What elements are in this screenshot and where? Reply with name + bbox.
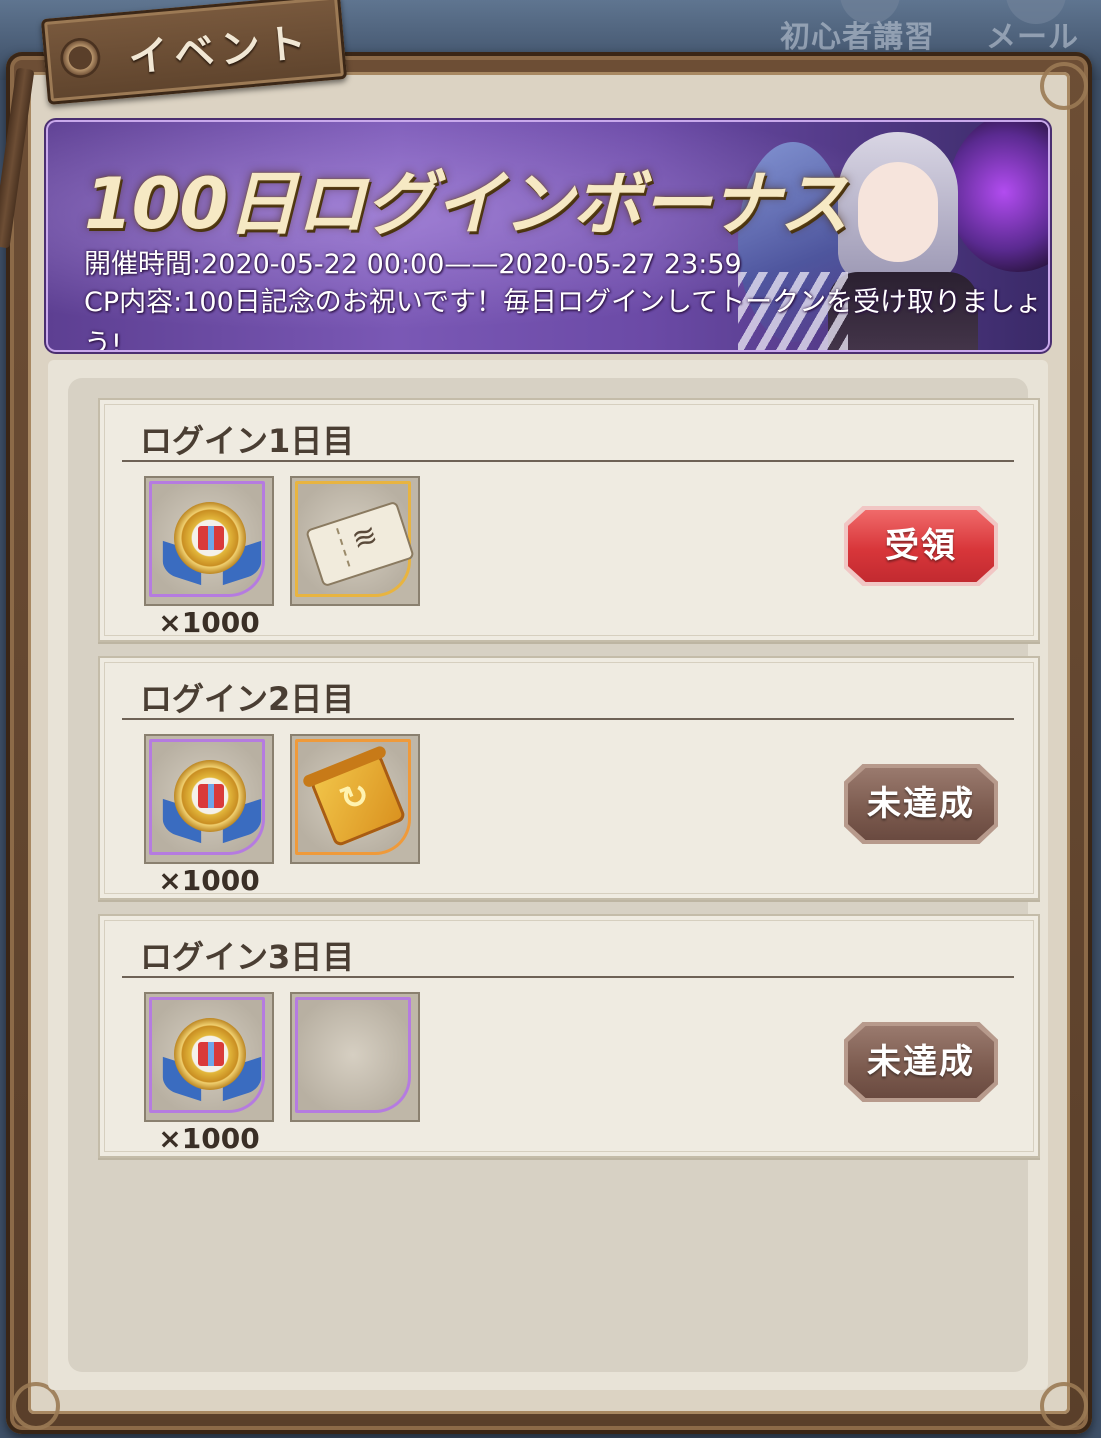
mail-label: メール bbox=[986, 20, 1079, 55]
gift-box-icon bbox=[198, 1042, 224, 1066]
reward-frame bbox=[295, 481, 415, 597]
frame-ornament-icon bbox=[1040, 1382, 1088, 1430]
reward-count: ×1000 bbox=[158, 606, 260, 639]
banner-title: 100日ログインボーナス bbox=[84, 163, 849, 245]
mail-nav[interactable]: メール bbox=[986, 0, 1096, 56]
login-day-card: ログイン1日目 ×1000 受領 bbox=[98, 398, 1040, 642]
gift-box-icon bbox=[198, 526, 224, 550]
reward-frame bbox=[149, 997, 265, 1113]
not-achieved-button[interactable]: 未達成 bbox=[844, 764, 998, 844]
reward-count: ×1000 bbox=[158, 1122, 260, 1155]
reward-slot[interactable] bbox=[290, 734, 420, 864]
reward-frame bbox=[295, 739, 411, 855]
event-description-cont: う! bbox=[84, 329, 122, 350]
event-period: 開催時間:2020-05-22 00:00——2020-05-27 23:59 bbox=[84, 249, 742, 280]
frame-ornament-icon bbox=[1040, 62, 1088, 110]
not-achieved-button[interactable]: 未達成 bbox=[844, 1022, 998, 1102]
divider bbox=[122, 460, 1014, 462]
login-day-card: ログイン3日目 ×1000 未達成 bbox=[98, 914, 1040, 1158]
scroll-icon bbox=[309, 752, 407, 848]
reward-slot[interactable]: ×1000 bbox=[144, 992, 274, 1155]
day-title: ログイン2日目 bbox=[140, 680, 355, 718]
not-achieved-label: 未達成 bbox=[867, 784, 975, 824]
reward-slot[interactable] bbox=[290, 476, 420, 606]
gift-medal-icon bbox=[174, 760, 246, 832]
claim-button-label: 受領 bbox=[885, 526, 957, 566]
claim-button[interactable]: 受領 bbox=[844, 506, 998, 586]
reward-list[interactable]: ログイン1日目 ×1000 受領 ログイン2日目 bbox=[68, 378, 1040, 1372]
reward-slot[interactable] bbox=[290, 992, 420, 1122]
event-description: CP内容:100日記念のお祝いです！毎日ログインしてトークンを受け取りましょ bbox=[84, 287, 1043, 318]
face-art bbox=[858, 162, 938, 262]
empty-slot-icon bbox=[295, 997, 411, 1113]
event-tab-label: イベント bbox=[126, 19, 314, 82]
beginner-guide-label: 初心者講習 bbox=[780, 20, 935, 55]
day-title: ログイン3日目 bbox=[140, 938, 355, 976]
ticket-icon bbox=[305, 500, 415, 588]
event-banner: 100日ログインボーナス 開催時間:2020-05-22 00:00——2020… bbox=[48, 122, 1048, 350]
reward-list-container: ログイン1日目 ×1000 受領 ログイン2日目 bbox=[48, 360, 1048, 1390]
reward-frame bbox=[149, 739, 265, 855]
login-day-card: ログイン2日目 ×1000 未達成 bbox=[98, 656, 1040, 900]
gift-box-icon bbox=[198, 784, 224, 808]
wing-art bbox=[948, 122, 1048, 272]
day-title: ログイン1日目 bbox=[140, 422, 355, 460]
reward-slot[interactable]: ×1000 bbox=[144, 734, 274, 897]
reward-slot[interactable]: ×1000 bbox=[144, 476, 274, 639]
reward-frame bbox=[149, 481, 265, 597]
reward-count: ×1000 bbox=[158, 864, 260, 897]
gift-medal-icon bbox=[174, 502, 246, 574]
beginner-guide-nav[interactable]: 初心者講習 bbox=[780, 0, 960, 56]
divider bbox=[122, 976, 1014, 978]
gift-medal-icon bbox=[174, 1018, 246, 1090]
not-achieved-label: 未達成 bbox=[867, 1042, 975, 1082]
tab-ring-icon bbox=[58, 36, 103, 80]
divider bbox=[122, 718, 1014, 720]
